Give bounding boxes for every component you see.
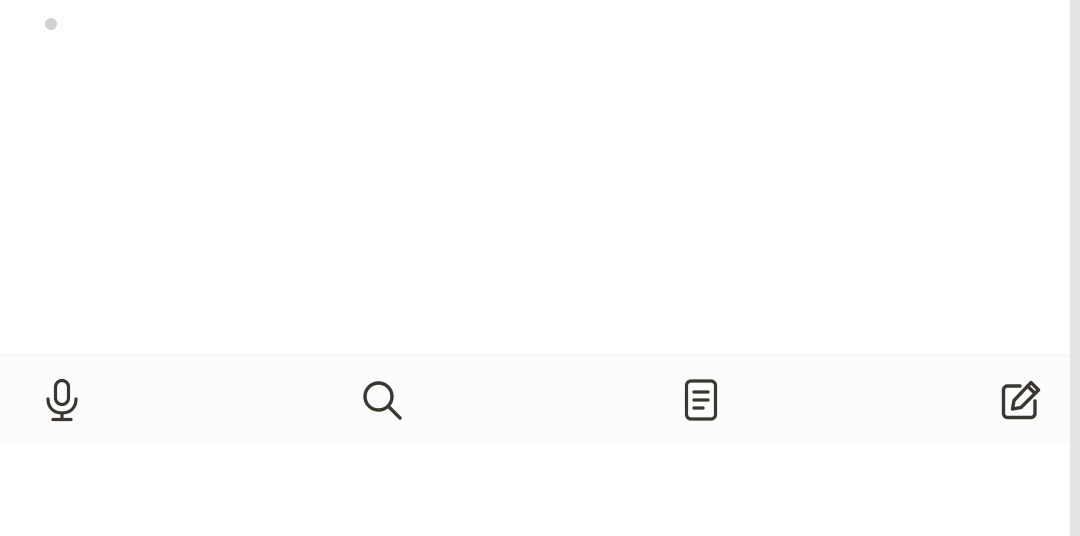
notes-list-button[interactable]	[677, 376, 725, 424]
document-icon	[684, 379, 718, 421]
note-content-area[interactable]	[0, 0, 1070, 356]
app-window	[0, 0, 1080, 536]
search-icon	[363, 381, 402, 420]
bullet-point	[45, 18, 57, 30]
search-button[interactable]	[358, 376, 406, 424]
vertical-scrollbar[interactable]	[1070, 0, 1080, 536]
empty-lower-area	[0, 444, 1070, 536]
bottom-toolbar	[0, 356, 1070, 444]
edit-pencil-icon	[1001, 380, 1041, 420]
microphone-icon	[46, 378, 78, 422]
voice-input-button[interactable]	[38, 376, 86, 424]
compose-note-button[interactable]	[997, 376, 1045, 424]
